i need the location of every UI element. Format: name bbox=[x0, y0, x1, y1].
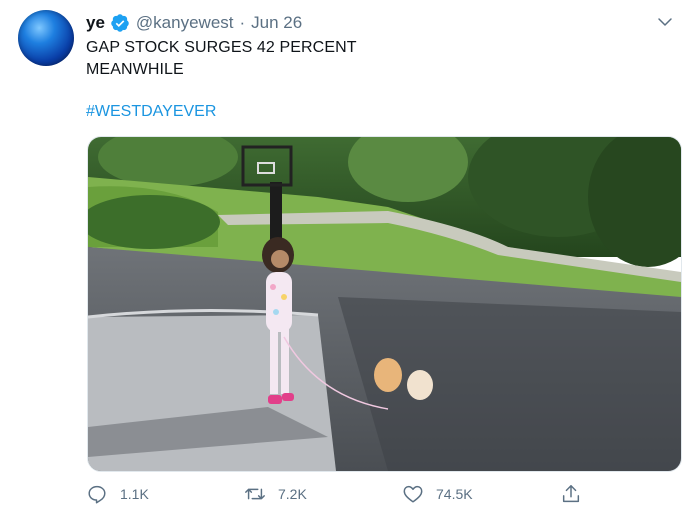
retweet-count: 7.2K bbox=[278, 486, 307, 502]
reply-button[interactable]: 1.1K bbox=[86, 480, 149, 508]
share-button[interactable] bbox=[560, 480, 582, 508]
reply-icon bbox=[88, 485, 106, 504]
chevron-down-icon[interactable] bbox=[656, 13, 674, 31]
like-button[interactable]: 74.5K bbox=[402, 480, 473, 508]
hashtag-link[interactable]: #WESTDAYEVER bbox=[86, 103, 216, 121]
tweet-text-line: GAP STOCK SURGES 42 PERCENT bbox=[86, 39, 357, 56]
like-count: 74.5K bbox=[436, 486, 473, 502]
tweet-text-line: MEANWHILE bbox=[86, 61, 184, 78]
tweet-header: ye @kanyewest · Jun 26 bbox=[86, 11, 678, 35]
share-icon bbox=[562, 485, 580, 503]
reply-count: 1.1K bbox=[120, 486, 149, 502]
author-name[interactable]: ye bbox=[86, 13, 105, 33]
tweet-actions: 1.1K 7.2K 74.5K bbox=[86, 480, 606, 508]
verified-badge-icon bbox=[111, 14, 129, 32]
avatar[interactable] bbox=[18, 10, 74, 66]
retweet-button[interactable]: 7.2K bbox=[244, 480, 307, 508]
author-handle[interactable]: @kanyewest bbox=[136, 13, 234, 33]
tweet-photo[interactable] bbox=[87, 136, 682, 472]
tweet-text: GAP STOCK SURGES 42 PERCENT MEANWHILE bbox=[86, 37, 646, 81]
basketball-court-photo bbox=[88, 137, 681, 471]
retweet-icon bbox=[245, 488, 265, 500]
heart-icon bbox=[403, 485, 423, 503]
tweet-date[interactable]: Jun 26 bbox=[251, 13, 302, 33]
separator: · bbox=[239, 13, 246, 32]
